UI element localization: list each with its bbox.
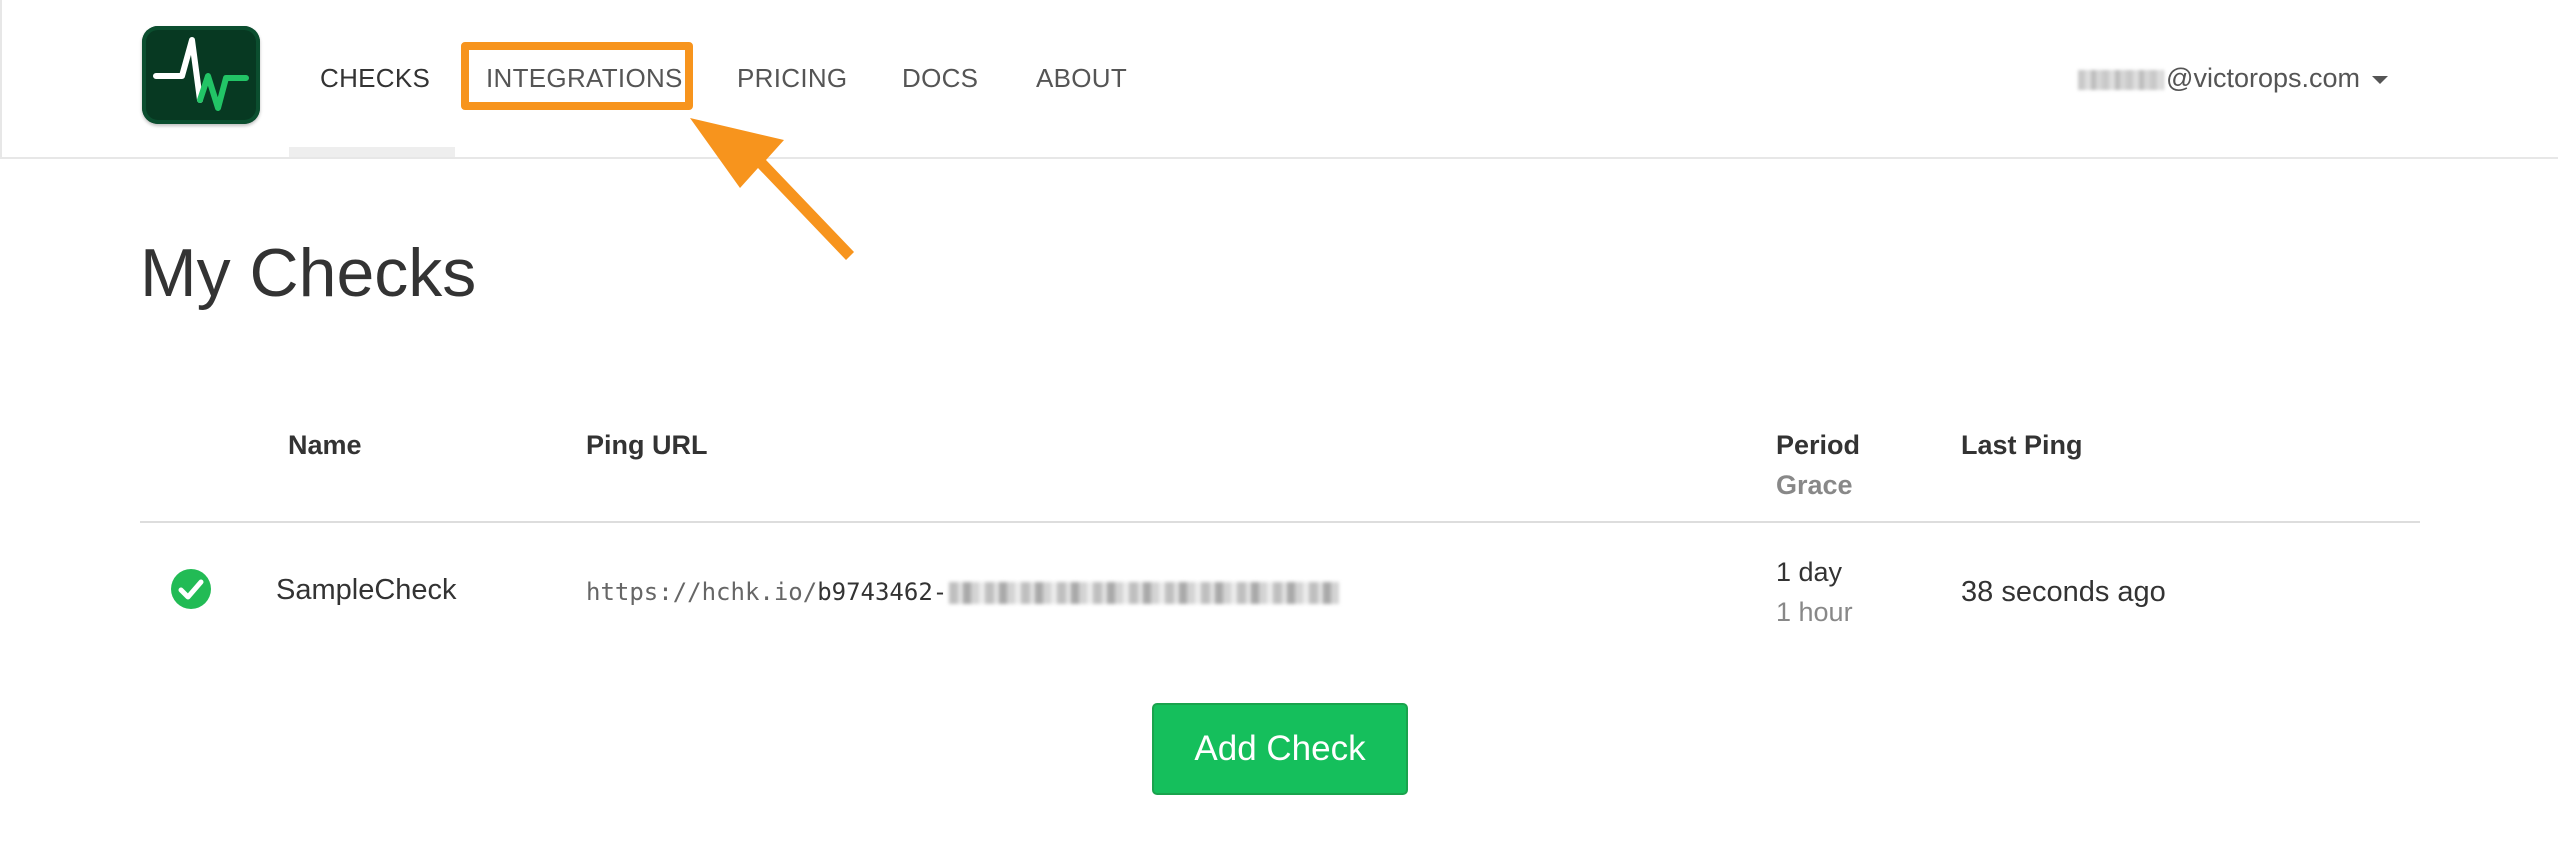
nav-integrations[interactable]: INTEGRATIONS — [486, 0, 683, 157]
caret-down-icon — [2372, 75, 2388, 84]
nav-docs[interactable]: DOCS — [902, 0, 978, 157]
check-grace[interactable]: 1 hour — [1776, 597, 1853, 628]
table-row: SampleCheck https://hchk.io/b9743462- 1 … — [140, 523, 2420, 663]
user-menu-dropdown[interactable]: @victorops.com — [2078, 0, 2388, 157]
column-header-period: Period — [1776, 430, 1861, 460]
user-email-domain: @victorops.com — [2166, 63, 2360, 93]
redacted-url-id — [949, 582, 1340, 604]
page-title: My Checks — [140, 235, 477, 311]
column-header-last-ping: Last Ping — [1961, 430, 2083, 460]
column-header-grace: Grace — [1776, 470, 1853, 500]
add-check-button[interactable]: Add Check — [1152, 703, 1408, 795]
column-header-ping-url: Ping URL — [586, 430, 708, 460]
check-circle-icon — [171, 569, 211, 609]
nav-pricing[interactable]: PRICING — [737, 0, 847, 157]
redacted-username — [2078, 69, 2165, 90]
healthchecks-logo[interactable] — [142, 26, 260, 124]
nav-checks[interactable]: CHECKS — [320, 0, 430, 157]
nav-about[interactable]: ABOUT — [1036, 0, 1127, 157]
top-navbar: CHECKS INTEGRATIONS PRICING DOCS ABOUT @… — [0, 0, 2558, 159]
ping-url[interactable]: https://hchk.io/b9743462- — [586, 578, 1340, 606]
check-last-ping: 38 seconds ago — [1961, 576, 2166, 608]
column-header-name: Name — [288, 430, 362, 460]
check-name[interactable]: SampleCheck — [276, 574, 457, 607]
check-period[interactable]: 1 day — [1776, 557, 1842, 588]
ping-url-prefix: https://hchk.io/ — [586, 578, 818, 606]
pulse-logo-icon — [153, 37, 249, 111]
ping-url-id: b9743462- — [817, 578, 948, 606]
